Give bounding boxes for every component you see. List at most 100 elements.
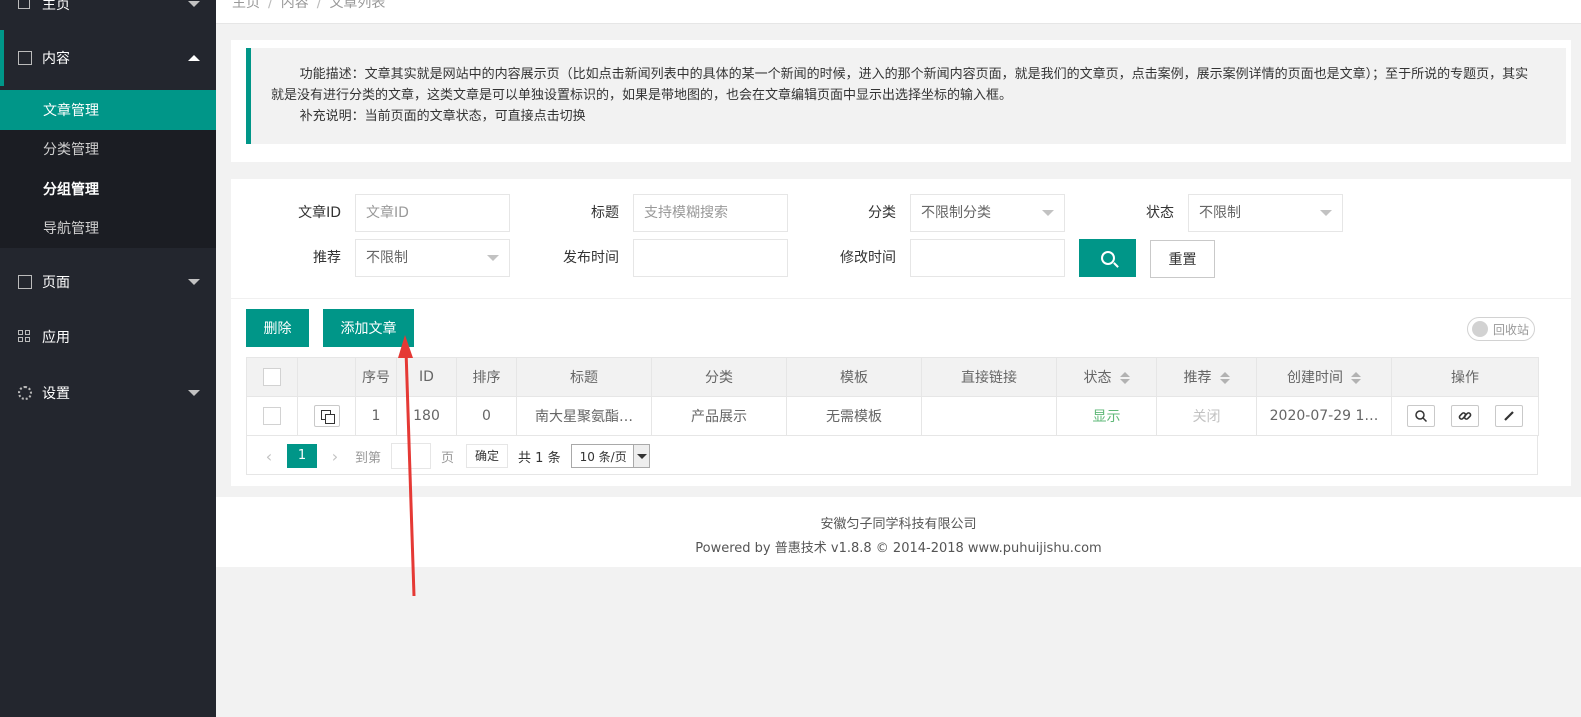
goto-confirm-button[interactable]: 确定	[466, 444, 509, 468]
sort-icon[interactable]	[1351, 371, 1361, 385]
nav-apps-label: 应用	[42, 330, 70, 346]
chevron-down-icon	[1042, 210, 1054, 216]
content-submenu: 文章管理 分类管理 分组管理 导航管理	[0, 90, 216, 248]
add-article-button[interactable]: 添加文章	[323, 309, 414, 347]
header-created[interactable]: 创建时间	[1256, 357, 1392, 397]
sidebar-item-articles[interactable]: 文章管理	[0, 90, 216, 130]
row-select-cell	[246, 396, 298, 436]
nav-content-label: 内容	[42, 51, 70, 67]
category-label: 分类	[868, 205, 896, 221]
chevron-down-icon	[188, 390, 200, 396]
header-copy	[297, 357, 356, 397]
delete-button[interactable]: 删除	[246, 309, 309, 347]
status-select[interactable]: 不限制	[1188, 194, 1343, 232]
table-header-row: 序号 ID 排序 标题 分类 模板 直接链接 状态 推荐 创建时间 操作	[246, 357, 1539, 397]
header-index: 序号	[355, 357, 397, 397]
page-size-value: 10 条/页	[579, 449, 627, 464]
nav-settings-label: 设置	[42, 386, 70, 402]
breadcrumb-home[interactable]: 主页	[232, 0, 260, 11]
link-button[interactable]	[1451, 405, 1479, 427]
chevron-left-icon[interactable]: ‹	[257, 447, 281, 466]
nav-apps[interactable]: 应用	[0, 309, 216, 365]
reset-button[interactable]: 重置	[1150, 240, 1215, 278]
recommend-label: 推荐	[313, 250, 341, 266]
header-recommend[interactable]: 推荐	[1156, 357, 1257, 397]
row-title: 南大星聚氨酯…	[516, 396, 652, 436]
row-id: 180	[396, 396, 457, 436]
nav-home[interactable]: 主页	[0, 0, 216, 24]
page-current[interactable]: 1	[287, 444, 317, 468]
row-checkbox[interactable]	[263, 407, 281, 425]
chevron-up-icon	[188, 55, 200, 61]
sidebar-item-categories[interactable]: 分类管理	[0, 130, 216, 170]
goto-page-input[interactable]	[391, 443, 432, 469]
filter-row-2: 推荐 不限制 发布时间 修改时间 重置	[231, 239, 1571, 278]
article-id-input[interactable]	[355, 194, 510, 232]
chevron-right-icon[interactable]: ›	[323, 447, 347, 466]
category-select-value: 不限制分类	[921, 205, 991, 221]
nav-settings[interactable]: 设置	[0, 365, 216, 421]
page-unit-label: 页	[441, 450, 455, 466]
select-all-checkbox[interactable]	[263, 368, 281, 386]
preview-button[interactable]	[1406, 405, 1435, 427]
description-block: 功能描述：文章其实就是网站中的内容展示页（比如点击新闻列表中的具体的某一个新闻的…	[246, 48, 1566, 144]
breadcrumb-current: 文章列表	[329, 0, 386, 11]
article-id-label: 文章ID	[298, 205, 341, 221]
sidebar-item-groups[interactable]: 分组管理	[0, 169, 216, 209]
title-input[interactable]	[633, 194, 788, 232]
row-category: 产品展示	[651, 396, 787, 436]
header-recommend-label: 推荐	[1183, 370, 1212, 386]
publish-time-label: 发布时间	[563, 250, 619, 266]
breadcrumb-content[interactable]: 内容	[281, 0, 309, 11]
recommend-select[interactable]: 不限制	[355, 239, 510, 277]
home-icon	[18, 0, 30, 9]
row-status[interactable]: 显示	[1056, 396, 1157, 436]
select-all-cell	[246, 357, 298, 397]
nav-pages[interactable]: 页面	[0, 254, 216, 310]
row-recommend[interactable]: 关闭	[1156, 396, 1257, 436]
footer: 安徽匀子同学科技有限公司 Powered by 普惠技术 v1.8.8 © 20…	[216, 497, 1581, 567]
total-count: 共 1 条	[518, 450, 561, 466]
chevron-down-icon	[632, 445, 649, 467]
pagination: ‹ 1 › 到第 页 确定 共 1 条 10 条/页	[257, 443, 650, 469]
article-table: 序号 ID 排序 标题 分类 模板 直接链接 状态 推荐 创建时间 操作 1 1…	[246, 357, 1539, 436]
goto-label: 到第	[355, 450, 382, 466]
toggle-knob	[1472, 321, 1488, 337]
row-sort[interactable]: 0	[456, 396, 517, 436]
search-icon	[1100, 251, 1115, 265]
nav-home-label: 主页	[42, 0, 70, 13]
footer-powered: Powered by 普惠技术 v1.8.8 © 2014-2018 www.p…	[695, 541, 1102, 556]
sort-icon[interactable]	[1119, 371, 1130, 385]
row-template: 无需模板	[786, 396, 922, 436]
header-id: ID	[396, 357, 457, 397]
modify-time-input[interactable]	[910, 239, 1065, 277]
apps-icon	[18, 330, 32, 344]
topbar: 主页 / 内容 / 文章列表	[216, 0, 1581, 24]
copy-icon[interactable]	[313, 405, 340, 427]
category-select[interactable]: 不限制分类	[910, 194, 1065, 232]
chevron-down-icon	[487, 255, 499, 261]
description-text: 功能描述：文章其实就是网站中的内容展示页（比如点击新闻列表中的具体的某一个新闻的…	[271, 67, 1529, 103]
sidebar-item-navigation[interactable]: 导航管理	[0, 209, 216, 249]
header-title: 标题	[516, 357, 652, 397]
recycle-bin-toggle[interactable]: 回收站	[1467, 317, 1535, 341]
table-row: 1 180 0 南大星聚氨酯… 产品展示 无需模板 显示 关闭 2020-07-…	[246, 396, 1539, 436]
footer-company: 安徽匀子同学科技有限公司	[820, 517, 977, 532]
description-note: 补充说明：当前页面的文章状态，可直接点击切换	[299, 109, 586, 124]
header-status[interactable]: 状态	[1056, 357, 1157, 397]
modify-time-label: 修改时间	[840, 250, 896, 266]
page-size-select[interactable]: 10 条/页	[570, 444, 650, 468]
row-index: 1	[355, 396, 397, 436]
row-created: 2020-07-29 1…	[1256, 396, 1392, 436]
pencil-icon	[1504, 411, 1515, 421]
nav-content[interactable]: 内容	[0, 30, 216, 86]
document-icon	[18, 51, 32, 65]
article-list-card: 文章ID 标题 分类 不限制分类 状态 不限制 推荐 不限制 发布时间 修改时间…	[231, 179, 1571, 486]
filter-row-1: 文章ID 标题 分类 不限制分类 状态 不限制	[231, 194, 1571, 232]
recommend-select-value: 不限制	[366, 250, 408, 266]
edit-button[interactable]	[1495, 405, 1524, 427]
header-created-label: 创建时间	[1287, 370, 1343, 386]
search-button[interactable]	[1079, 239, 1136, 277]
sort-icon[interactable]	[1219, 371, 1230, 385]
publish-time-input[interactable]	[633, 239, 788, 277]
